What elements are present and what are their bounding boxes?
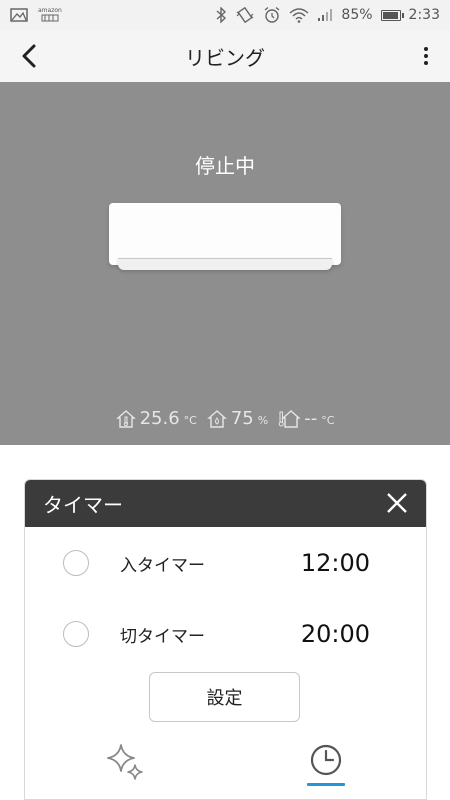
on-timer-time[interactable]: 12:00 — [301, 549, 370, 577]
air-conditioner-image[interactable] — [109, 203, 341, 265]
signal-icon — [317, 8, 333, 22]
vibrate-icon — [235, 7, 255, 23]
close-button[interactable] — [384, 490, 410, 516]
more-dot-icon — [424, 61, 428, 65]
amazon-icon: amazon — [38, 8, 62, 22]
humidity-icon — [206, 410, 227, 428]
clock-time: 2:33 — [408, 7, 440, 23]
sensor-readings: 25.6 °C 75 % -- °C — [0, 408, 450, 429]
off-timer-row[interactable]: 切タイマー 20:00 — [25, 614, 426, 654]
timer-header: タイマー — [25, 480, 426, 527]
outdoor-temp-icon — [278, 410, 301, 428]
wifi-icon — [289, 7, 309, 23]
indoor-temp-icon — [115, 410, 136, 428]
humidity-reading: 75 % — [206, 408, 269, 429]
on-timer-radio[interactable] — [63, 550, 89, 576]
on-timer-label: 入タイマー — [120, 555, 205, 576]
page-title: リビング — [185, 45, 265, 70]
back-arrow-icon — [22, 44, 36, 68]
humidity-unit: % — [257, 414, 269, 427]
outdoor-temp-unit: °C — [321, 414, 335, 427]
timer-title: タイマー — [43, 493, 123, 517]
app-bar: リビング — [0, 30, 450, 82]
active-tab-indicator — [307, 783, 345, 786]
battery-percent: 85% — [341, 7, 373, 23]
back-button[interactable] — [14, 41, 44, 71]
outdoor-temp-reading: -- °C — [278, 408, 334, 429]
timer-panel: タイマー 入タイマー 12:00 切タイマー 20:00 設定 — [24, 479, 427, 800]
humidity-value: 75 — [230, 408, 254, 429]
more-dot-icon — [424, 47, 428, 51]
more-dot-icon — [424, 54, 428, 58]
sparkle-icon[interactable] — [105, 742, 145, 782]
alarm-icon — [263, 6, 281, 24]
device-status: 停止中 — [195, 154, 255, 178]
status-bar: amazon 85% 2:33 — [0, 0, 450, 30]
status-right: 85% 2:33 — [215, 6, 440, 24]
outdoor-temp-value: -- — [304, 408, 318, 429]
gallery-icon — [10, 8, 28, 22]
indoor-temp-reading: 25.6 °C — [115, 408, 197, 429]
indoor-temp-value: 25.6 — [139, 408, 180, 429]
off-timer-time[interactable]: 20:00 — [301, 620, 370, 648]
clock-icon — [310, 744, 342, 776]
battery-fill — [382, 11, 398, 19]
bluetooth-icon — [215, 7, 227, 23]
air-conditioner-vent — [118, 258, 332, 270]
off-timer-radio[interactable] — [63, 621, 89, 647]
device-hero: 停止中 25.6 °C 75 % -- °C — [0, 82, 450, 445]
close-icon — [387, 493, 407, 513]
off-timer-label: 切タイマー — [120, 626, 205, 647]
set-button[interactable]: 設定 — [149, 672, 300, 722]
status-left: amazon — [10, 8, 62, 22]
battery-icon — [380, 9, 404, 21]
indoor-temp-unit: °C — [183, 414, 197, 427]
more-options-button[interactable] — [420, 42, 432, 70]
on-timer-row[interactable]: 入タイマー 12:00 — [25, 543, 426, 583]
